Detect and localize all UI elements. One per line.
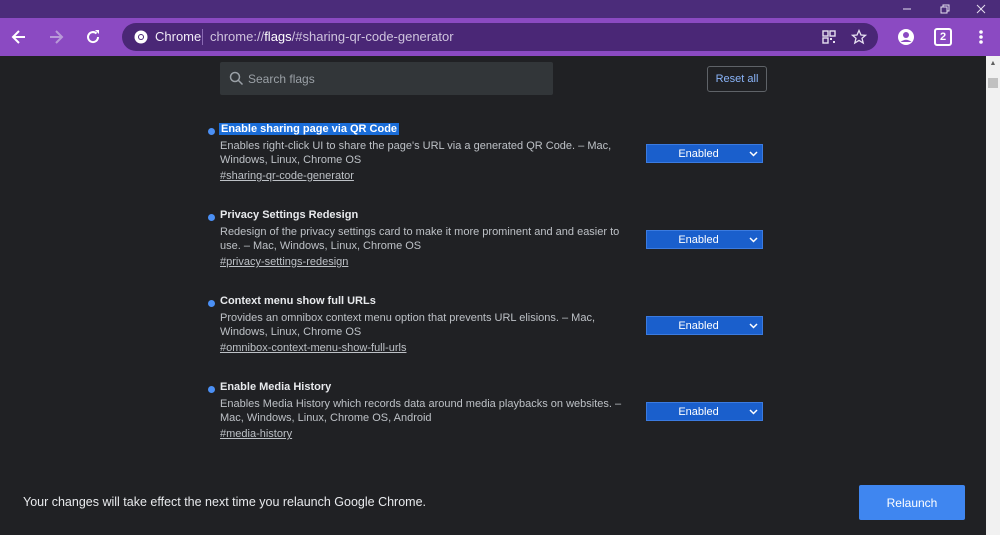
flag-indicator-dot <box>208 300 215 307</box>
scrollbar-thumb[interactable] <box>988 78 998 88</box>
relaunch-button[interactable]: Relaunch <box>859 485 965 520</box>
menu-button[interactable] <box>966 22 996 52</box>
flag-state-value: Enabled <box>678 233 719 246</box>
chrome-logo-icon <box>134 30 148 44</box>
flag-state-select[interactable]: Enabled <box>646 402 763 421</box>
flag-item: Enable Media History Enables Media Histo… <box>208 380 768 450</box>
forward-arrow-icon <box>50 30 64 44</box>
flag-state-value: Enabled <box>678 405 719 418</box>
chevron-down-icon <box>744 150 762 157</box>
flag-title: Privacy Settings Redesign <box>220 209 359 221</box>
reset-all-button[interactable]: Reset all <box>707 66 767 92</box>
bookmark-star-button[interactable] <box>844 22 874 52</box>
flag-anchor-link[interactable]: #media-history <box>220 428 292 440</box>
flag-state-select[interactable]: Enabled <box>646 144 763 163</box>
minimize-icon[interactable] <box>888 0 926 18</box>
back-arrow-icon <box>11 30 25 44</box>
address-bar[interactable]: Chrome chrome://flags/#sharing-qr-code-g… <box>122 23 878 51</box>
flag-title: Enable sharing page via QR Code <box>219 123 400 135</box>
title-bar <box>0 0 1000 18</box>
browser-toolbar: Chrome chrome://flags/#sharing-qr-code-g… <box>0 18 1000 56</box>
flag-state-select[interactable]: Enabled <box>646 230 763 249</box>
reload-button[interactable] <box>78 22 108 52</box>
back-button[interactable] <box>4 22 34 52</box>
flag-anchor-link[interactable]: #privacy-settings-redesign <box>220 256 348 268</box>
account-icon <box>898 29 914 45</box>
omnibox-separator <box>202 29 203 45</box>
flag-description: Provides an omnibox context menu option … <box>220 312 596 338</box>
flag-state-value: Enabled <box>678 319 719 332</box>
profile-button[interactable] <box>891 22 921 52</box>
more-vertical-icon <box>979 30 983 44</box>
chevron-down-icon <box>744 408 762 415</box>
search-box[interactable] <box>220 62 553 95</box>
flag-title: Context menu show full URLs <box>220 295 376 307</box>
scroll-up-arrow-icon[interactable]: ▲ <box>986 56 1000 70</box>
reload-icon <box>87 30 100 44</box>
chevron-down-icon <box>744 236 762 243</box>
vertical-scrollbar[interactable]: ▲ <box>986 56 1000 535</box>
search-input[interactable] <box>248 62 548 95</box>
flag-title: Enable Media History <box>220 381 332 393</box>
url-text[interactable]: chrome://flags/#sharing-qr-code-generato… <box>210 29 454 44</box>
qr-code-icon <box>822 30 836 44</box>
site-chip-label: Chrome <box>155 29 202 44</box>
flag-item: Enable sharing page via QR Code Enables … <box>208 122 768 192</box>
search-icon <box>229 71 244 86</box>
tab-count-badge: 2 <box>934 28 952 46</box>
relaunch-message: Your changes will take effect the next t… <box>23 495 427 509</box>
flag-item: Context menu show full URLs Provides an … <box>208 294 768 364</box>
flag-anchor-link[interactable]: #sharing-qr-code-generator <box>220 170 354 182</box>
flag-state-value: Enabled <box>678 147 719 160</box>
star-icon <box>851 29 867 45</box>
flag-state-select[interactable]: Enabled <box>646 316 763 335</box>
tab-counter-button[interactable]: 2 <box>928 22 958 52</box>
flag-anchor-link[interactable]: #omnibox-context-menu-show-full-urls <box>220 342 406 354</box>
chevron-down-icon <box>744 322 762 329</box>
close-icon[interactable] <box>962 0 1000 18</box>
forward-button[interactable] <box>41 22 71 52</box>
restore-icon[interactable] <box>926 0 964 18</box>
relaunch-bar: Your changes will take effect the next t… <box>0 464 986 535</box>
flag-indicator-dot <box>208 128 215 135</box>
flag-indicator-dot <box>208 386 215 393</box>
flag-description: Enables right-click UI to share the page… <box>220 140 612 166</box>
flag-description: Enables Media History which records data… <box>220 398 622 424</box>
qr-code-button[interactable] <box>814 22 844 52</box>
flag-indicator-dot <box>208 214 215 221</box>
flag-description: Redesign of the privacy settings card to… <box>220 226 620 252</box>
flag-item: Privacy Settings Redesign Redesign of th… <box>208 208 768 278</box>
